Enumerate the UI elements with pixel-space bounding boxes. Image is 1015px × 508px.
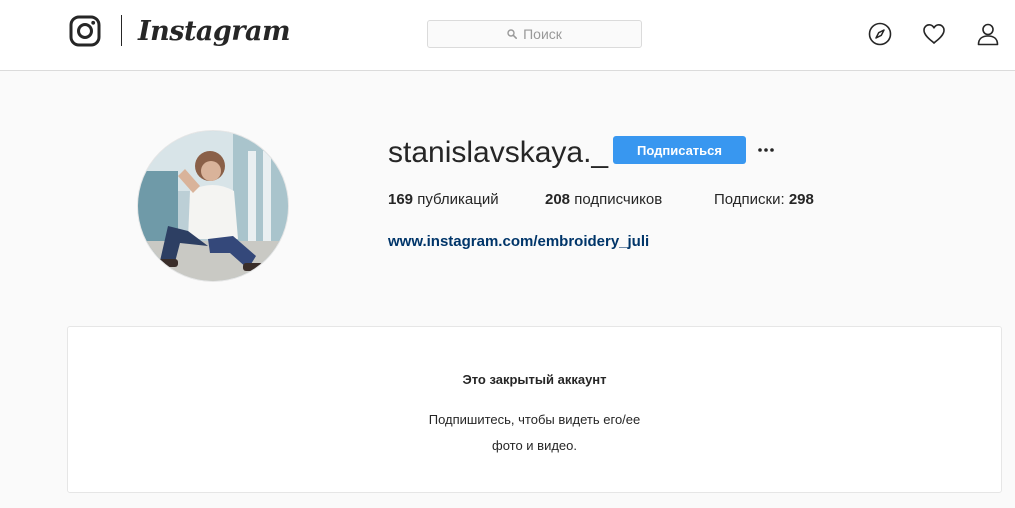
followers-count: 208 <box>545 191 571 208</box>
profile-website-link[interactable]: www.instagram.com/embroidery_juli <box>388 232 649 252</box>
search-placeholder: Поиск <box>523 26 562 42</box>
posts-label: публикаций <box>417 191 499 208</box>
followers-stat[interactable]: 208 подписчиков <box>545 190 662 210</box>
activity-heart-icon[interactable] <box>922 22 946 46</box>
avatar-photo <box>138 131 288 281</box>
following-label: Подписки: <box>714 191 785 208</box>
more-options-icon[interactable] <box>756 140 776 160</box>
private-account-notice: Это закрытый аккаунт Подпишитесь, чтобы … <box>67 326 1002 493</box>
instagram-wordmark[interactable]: Instagram <box>138 12 291 52</box>
profile-username: stanislavskaya._ <box>388 136 609 169</box>
profile-avatar[interactable] <box>137 130 289 282</box>
search-icon <box>507 29 518 39</box>
search-input[interactable]: Поиск <box>427 20 642 48</box>
top-navigation-bar: Instagram Поиск <box>0 0 1015 71</box>
logo-divider <box>121 15 122 46</box>
posts-stat: 169 публикаций <box>388 190 499 210</box>
follow-button[interactable]: Подписаться <box>613 136 746 164</box>
profile-person-icon[interactable] <box>976 22 1000 46</box>
following-count: 298 <box>788 191 814 208</box>
private-notice-description: Подпишитесь, чтобы видеть его/ее фото и … <box>68 407 1001 459</box>
posts-count: 169 <box>388 191 414 208</box>
private-notice-line-1: Подпишитесь, чтобы видеть его/ее <box>428 412 641 427</box>
followers-label: подписчиков <box>574 191 663 208</box>
private-notice-title: Это закрытый аккаунт <box>462 372 607 387</box>
instagram-logo-icon[interactable] <box>69 15 101 47</box>
private-notice-line-2: фото и видео. <box>492 438 577 453</box>
explore-compass-icon[interactable] <box>868 22 892 46</box>
following-stat[interactable]: Подписки: 298 <box>714 190 814 210</box>
